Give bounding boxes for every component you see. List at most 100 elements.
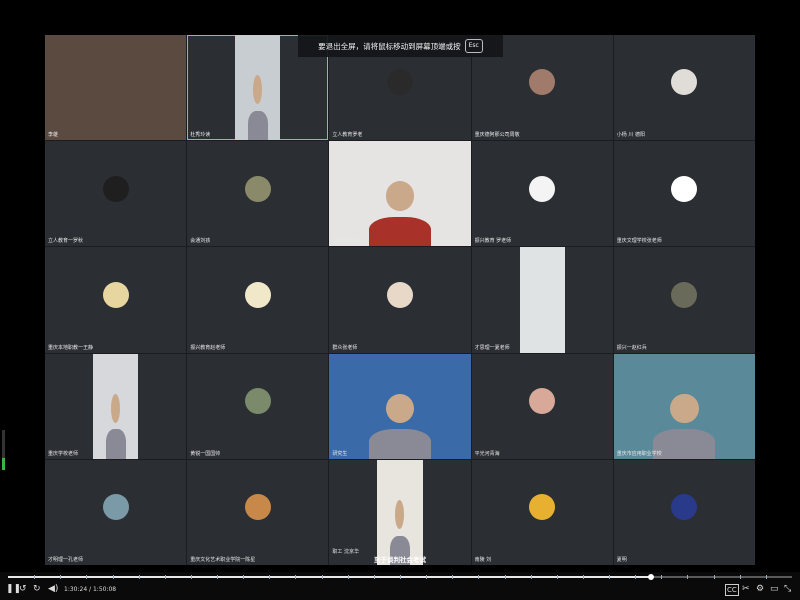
participant-avatar xyxy=(102,494,129,521)
audio-level-fill xyxy=(2,458,5,470)
participant-name: 南陵 刘 xyxy=(474,556,492,563)
participant-name: 至于谈判社会考试 xyxy=(373,555,426,564)
participant-avatar xyxy=(244,494,271,521)
participant-tile[interactable]: 群众张老师 xyxy=(329,247,471,353)
progress-tick xyxy=(347,575,349,579)
participant-name: 群众张老师 xyxy=(332,344,358,351)
progress-tick xyxy=(112,575,114,579)
person-head xyxy=(253,74,263,105)
progress-tick xyxy=(478,575,480,579)
person-body xyxy=(653,429,716,459)
participant-tile[interactable]: 夏明 xyxy=(613,459,755,565)
participant-tile[interactable]: 振兴一赵红兵 xyxy=(613,247,755,353)
progress-tick xyxy=(243,575,245,579)
progress-tick xyxy=(661,575,663,579)
progress-tick xyxy=(138,575,140,579)
cc-icon[interactable]: CC xyxy=(725,584,739,596)
participant-video xyxy=(45,35,187,141)
rewind-icon[interactable]: ↺ xyxy=(19,584,27,594)
volume-icon[interactable]: ◀) xyxy=(48,584,58,594)
progress-tick xyxy=(452,575,454,579)
participant-tile[interactable]: 振兴教育 罗老师 xyxy=(471,141,613,247)
progress-bar[interactable] xyxy=(8,574,792,580)
participant-name: 重庆德阿那公司周敬 xyxy=(474,132,520,139)
progress-tick xyxy=(295,575,297,579)
cut-icon[interactable]: ✂ xyxy=(742,584,750,594)
audio-level-indicator xyxy=(2,430,5,470)
participant-name: 重庆文理学校张老师 xyxy=(616,238,662,245)
participant-tile[interactable]: 重庆本地职教一王静 xyxy=(45,247,187,353)
time-current: 1:30:24 xyxy=(64,586,88,593)
participant-name: 振兴教育赵老师 xyxy=(190,344,226,351)
participant-video xyxy=(329,353,471,459)
participant-tile[interactable]: 才明理一孔老师 xyxy=(45,459,187,565)
progress-tick xyxy=(713,575,715,579)
participant-avatar xyxy=(671,175,698,202)
participant-avatar xyxy=(102,175,129,202)
participant-tile[interactable]: 重庆文理学校张老师 xyxy=(613,141,755,247)
participant-tile[interactable]: 至于谈判社会考试 职工 沈京华 xyxy=(329,459,471,565)
participant-tile[interactable]: 才思理一夏老师 xyxy=(471,247,613,353)
progress-tick xyxy=(164,575,166,579)
pip-icon[interactable]: ▭ xyxy=(770,584,779,594)
participant-tile[interactable]: 重庆学校老师 xyxy=(45,353,187,459)
participant-name: 平光河青海 xyxy=(474,450,500,457)
participant-avatar xyxy=(244,281,271,308)
participant-tile[interactable]: 重庆文化艺术职业学院一陈星 xyxy=(187,459,329,565)
person-body xyxy=(368,216,432,247)
participant-name: 研究生 xyxy=(332,450,348,457)
fullscreen-exit-text: 要退出全屏，请将鼠标移动到屏幕顶端或按 xyxy=(318,41,461,51)
progress-knob[interactable] xyxy=(647,574,654,580)
person-head xyxy=(385,393,415,424)
time-total: 1:50:08 xyxy=(92,586,117,593)
progress-tick xyxy=(504,575,506,579)
participant-name: 振兴一赵红兵 xyxy=(616,344,647,351)
participant-sub-name: 职工 沈京华 xyxy=(332,548,359,555)
participant-name: 李雄 xyxy=(48,132,59,139)
participant-tile[interactable]: 平光河青海 xyxy=(471,353,613,459)
participant-avatar xyxy=(529,69,556,96)
person-head xyxy=(111,393,121,424)
participant-video xyxy=(613,353,755,459)
participant-avatar xyxy=(671,494,698,521)
participant-tile[interactable]: 重庆市应用职业学校 xyxy=(613,353,755,459)
progress-tick xyxy=(190,575,192,579)
participant-tile[interactable]: 研究生 xyxy=(329,353,471,459)
settings-icon[interactable]: ⚙ xyxy=(756,584,764,594)
person-body xyxy=(368,429,432,459)
participant-video xyxy=(93,353,139,459)
time-display: 1:30:24 / 1:50:08 xyxy=(64,586,117,593)
participant-name: 小杨 川 德阳 xyxy=(616,132,645,139)
participant-video xyxy=(329,141,471,247)
participant-tile[interactable]: 李雄 xyxy=(45,35,187,141)
progress-tick xyxy=(34,575,36,579)
participant-tile[interactable]: 黄锐一国国帅 xyxy=(187,353,329,459)
participant-name: 立德教小林 xyxy=(332,238,358,245)
participant-tile[interactable]: 小杨 川 德阳 xyxy=(613,35,755,141)
progress-tick xyxy=(400,575,401,579)
participant-avatar xyxy=(529,494,556,521)
participant-avatar xyxy=(529,387,556,414)
participant-tile[interactable]: 立德教小林 xyxy=(329,141,471,247)
participant-name: 重庆学校老师 xyxy=(48,450,79,457)
participant-tile[interactable]: 立人教育一罗秋 xyxy=(45,141,187,247)
participant-avatar xyxy=(386,69,413,96)
progress-tick xyxy=(530,575,532,579)
fullscreen-exit-banner: 要退出全屏，请将鼠标移动到屏幕顶端或按 Esc xyxy=(298,35,503,57)
skip-icon[interactable]: ↻ xyxy=(33,584,41,594)
participant-name: 会通刘孩 xyxy=(190,238,211,245)
participant-tile[interactable]: 振兴教育赵老师 xyxy=(187,247,329,353)
progress-tick xyxy=(556,575,558,579)
participant-tile[interactable]: 南陵 刘 xyxy=(471,459,613,565)
fullscreen-exit-icon[interactable]: ⤡ xyxy=(784,584,791,594)
participant-grid: 李雄 杜秀玲读 立人教育罗老 重庆德阿那公司周敬 小杨 川 德阳 立人教育一罗秋 会通刘孩 立… xyxy=(45,35,755,565)
progress-tick xyxy=(217,575,219,579)
participant-avatar xyxy=(386,281,413,308)
progress-tick xyxy=(269,575,271,579)
participant-name: 重庆本地职教一王静 xyxy=(48,344,94,351)
participant-tile[interactable]: 会通刘孩 xyxy=(187,141,329,247)
progress-tick xyxy=(60,575,62,579)
progress-tick xyxy=(739,575,741,579)
esc-key-hint[interactable]: Esc xyxy=(464,39,483,53)
progress-fill xyxy=(8,576,651,578)
